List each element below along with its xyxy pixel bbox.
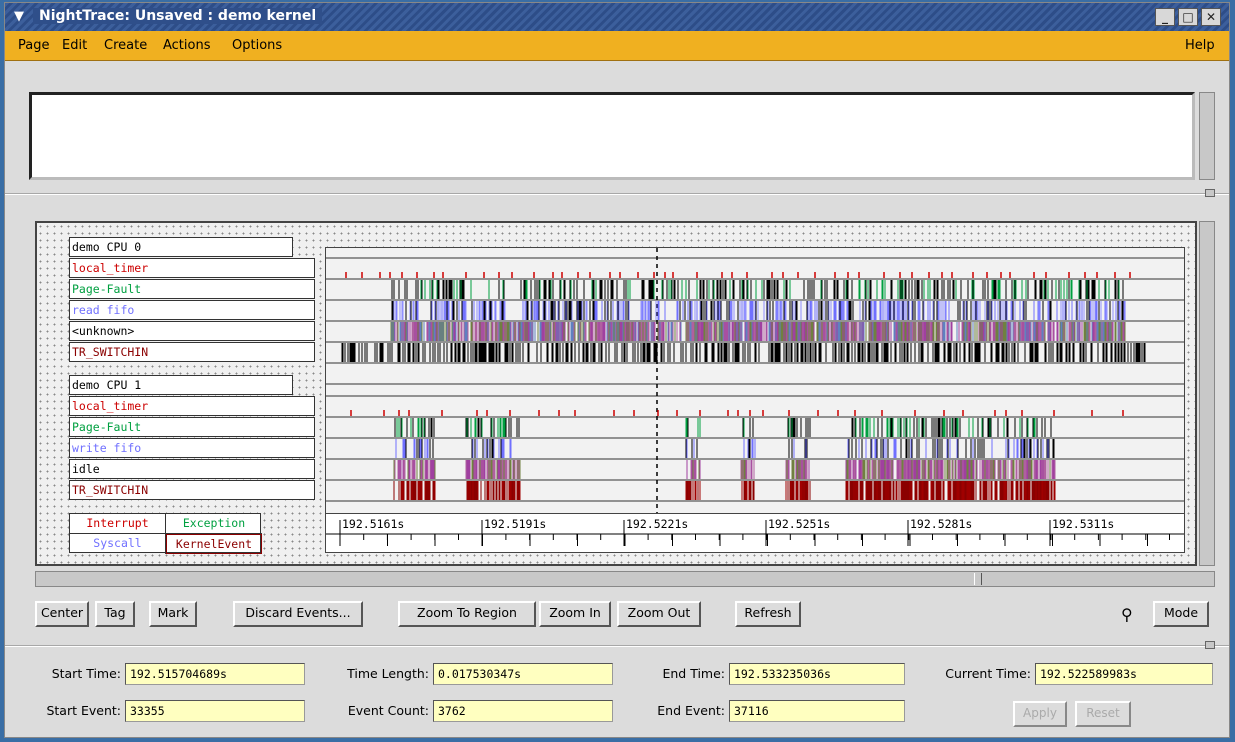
tag-button[interactable]: Tag xyxy=(95,601,135,627)
cpu1-row-label: idle xyxy=(69,459,315,479)
pane-sash[interactable] xyxy=(1205,189,1215,197)
end-event-field[interactable]: 37116 xyxy=(729,700,905,722)
cpu1-row-label: TR_SWITCHIN xyxy=(69,480,315,500)
legend-interrupt: Interrupt xyxy=(70,514,166,534)
graph-vertical-scrollbar[interactable] xyxy=(1199,221,1215,566)
event-plot-canvas xyxy=(326,248,1184,518)
event-plot[interactable] xyxy=(325,247,1185,519)
axis-tick-label: 192.5281s xyxy=(910,517,972,531)
time-axis-canvas: 192.5161s 192.5191s 192.5221s 192.5251s 192.… xyxy=(326,517,1184,546)
legend-syscall: Syscall xyxy=(70,534,166,554)
title-bar[interactable]: ▼ NightTrace: Unsaved : demo kernel _ □ … xyxy=(5,3,1229,31)
start-event-field[interactable]: 33355 xyxy=(125,700,305,722)
time-length-label: Time Length: xyxy=(347,666,429,681)
menu-page[interactable]: Page xyxy=(18,38,49,53)
message-area[interactable] xyxy=(29,92,1195,180)
cpu0-row-label: TR_SWITCHIN xyxy=(69,342,315,362)
window-menu-icon[interactable]: ▼ xyxy=(9,7,29,27)
menu-bar: Page Edit Create Actions Options Help xyxy=(5,31,1229,61)
start-event-label: Start Event: xyxy=(46,703,121,718)
axis-tick-label: 192.5161s xyxy=(342,517,404,531)
start-time-label: Start Time: xyxy=(51,666,121,681)
end-time-field[interactable]: 192.533235036s xyxy=(729,663,905,685)
reset-button[interactable]: Reset xyxy=(1075,701,1131,727)
message-frame xyxy=(5,61,1229,191)
event-count-field[interactable]: 3762 xyxy=(433,700,613,722)
mode-button[interactable]: Mode xyxy=(1153,601,1209,627)
trace-graph-page[interactable]: demo CPU 0 local_timer Page-Fault read f… xyxy=(35,221,1197,566)
zoom-to-region-button[interactable]: Zoom To Region xyxy=(398,601,536,627)
menu-options[interactable]: Options xyxy=(232,38,282,53)
cpu0-header: demo CPU 0 xyxy=(69,237,293,257)
event-count-label: Event Count: xyxy=(347,703,429,718)
axis-tick-label: 192.5251s xyxy=(768,517,830,531)
pane-separator xyxy=(5,193,1229,195)
close-icon[interactable]: ✕ xyxy=(1201,8,1221,26)
axis-tick-label: 192.5221s xyxy=(626,517,688,531)
pane-separator xyxy=(5,645,1229,647)
menu-create[interactable]: Create xyxy=(104,38,147,53)
cpu0-row-label: local_timer xyxy=(69,258,315,278)
apply-button[interactable]: Apply xyxy=(1013,701,1067,727)
center-button[interactable]: Center xyxy=(35,601,89,627)
zoom-out-button[interactable]: Zoom Out xyxy=(617,601,701,627)
menu-edit[interactable]: Edit xyxy=(62,38,87,53)
minimize-icon[interactable]: _ xyxy=(1155,8,1175,26)
cpu1-row-label: local_timer xyxy=(69,396,315,416)
current-time-label: Current Time: xyxy=(945,666,1031,681)
cpu1-row-label: write fifo xyxy=(69,438,315,458)
message-scrollbar[interactable] xyxy=(1199,92,1215,180)
current-time-field[interactable]: 192.522589983s xyxy=(1035,663,1213,685)
menu-help[interactable]: Help xyxy=(1185,38,1215,53)
time-axis: 192.5161s 192.5191s 192.5221s 192.5251s 192.… xyxy=(325,513,1185,553)
legend-kernelevent: KernelEvent xyxy=(166,534,262,554)
legend-exception: Exception xyxy=(166,514,262,534)
axis-tick-label: 192.5311s xyxy=(1052,517,1114,531)
refresh-button[interactable]: Refresh xyxy=(735,601,801,627)
nighttrace-window: ▼ NightTrace: Unsaved : demo kernel _ □ … xyxy=(4,2,1230,738)
cpu0-row-label: Page-Fault xyxy=(69,279,315,299)
start-time-field[interactable]: 192.515704689s xyxy=(125,663,305,685)
cpu1-row-label: Page-Fault xyxy=(69,417,315,437)
menu-actions[interactable]: Actions xyxy=(163,38,211,53)
mark-button[interactable]: Mark xyxy=(149,601,197,627)
magnifier-icon: ⚲ xyxy=(1121,605,1133,624)
window-title: NightTrace: Unsaved : demo kernel xyxy=(33,8,323,24)
cpu0-row-label: read fifo xyxy=(69,300,315,320)
cpu0-row-label: <unknown> xyxy=(69,321,315,341)
legend: Interrupt Exception Syscall KernelEvent xyxy=(69,513,262,554)
scroll-thumb[interactable] xyxy=(974,573,982,585)
cpu1-header: demo CPU 1 xyxy=(69,375,293,395)
graph-horizontal-scrollbar[interactable] xyxy=(35,571,1215,587)
discard-events-button[interactable]: Discard Events... xyxy=(233,601,363,627)
end-time-label: End Time: xyxy=(662,666,725,681)
axis-tick-label: 192.5191s xyxy=(484,517,546,531)
end-event-label: End Event: xyxy=(657,703,725,718)
pane-sash[interactable] xyxy=(1205,641,1215,649)
maximize-icon[interactable]: □ xyxy=(1178,8,1198,26)
time-length-field[interactable]: 0.017530347s xyxy=(433,663,613,685)
zoom-in-button[interactable]: Zoom In xyxy=(539,601,611,627)
